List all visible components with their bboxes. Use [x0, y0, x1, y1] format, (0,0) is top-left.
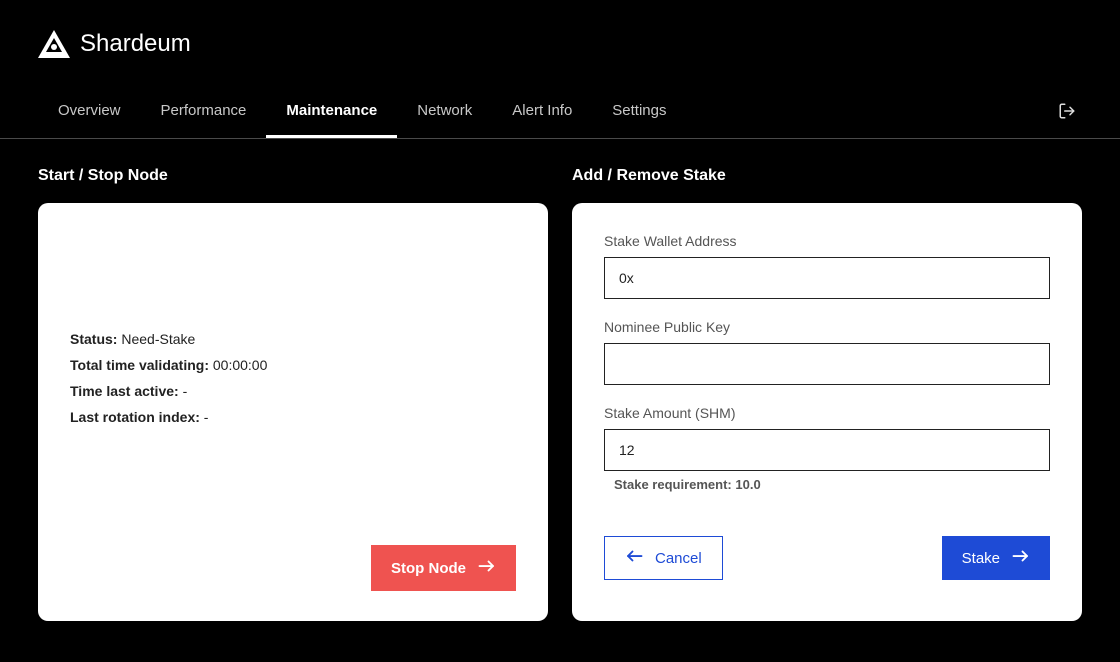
stake-button[interactable]: Stake [942, 536, 1050, 580]
stake-section-title: Add / Remove Stake [572, 167, 1082, 185]
tab-performance[interactable]: Performance [141, 88, 267, 138]
stake-column: Add / Remove Stake Stake Wallet Address … [572, 167, 1082, 621]
wallet-label: Stake Wallet Address [604, 233, 1050, 249]
status-value: Need-Stake [121, 331, 195, 347]
stop-node-label: Stop Node [391, 560, 466, 577]
tab-network[interactable]: Network [397, 88, 492, 138]
amount-input[interactable] [604, 429, 1050, 471]
rotation-label: Last rotation index: [70, 409, 200, 425]
wallet-input[interactable] [604, 257, 1050, 299]
wallet-group: Stake Wallet Address [604, 233, 1050, 299]
tab-settings[interactable]: Settings [592, 88, 686, 138]
nominee-group: Nominee Public Key [604, 319, 1050, 385]
requirement-label: Stake requirement: [614, 477, 732, 492]
stop-node-button[interactable]: Stop Node [371, 545, 516, 591]
status-label: Status: [70, 331, 117, 347]
node-card: Status: Need-Stake Total time validating… [38, 203, 548, 621]
nominee-input[interactable] [604, 343, 1050, 385]
rotation-value: - [204, 409, 209, 425]
tab-maintenance[interactable]: Maintenance [266, 88, 397, 138]
header: Shardeum [0, 0, 1120, 68]
main-content: Start / Stop Node Status: Need-Stake Tot… [0, 139, 1120, 621]
topbar: Overview Performance Maintenance Network… [0, 88, 1120, 139]
rotation-row: Last rotation index: - [70, 409, 516, 425]
amount-group: Stake Amount (SHM) Stake requirement: 10… [604, 405, 1050, 492]
arrow-right-icon [478, 559, 496, 577]
stake-card: Stake Wallet Address Nominee Public Key … [572, 203, 1082, 621]
shardeum-logo-icon [38, 30, 70, 58]
stake-label: Stake [962, 550, 1000, 567]
last-active-label: Time last active: [70, 383, 179, 399]
logout-icon[interactable] [1052, 96, 1082, 131]
form-actions: Cancel Stake [604, 536, 1050, 580]
node-section-title: Start / Stop Node [38, 167, 548, 185]
node-column: Start / Stop Node Status: Need-Stake Tot… [38, 167, 548, 621]
cancel-button[interactable]: Cancel [604, 536, 723, 580]
tab-overview[interactable]: Overview [38, 88, 141, 138]
requirement-hint: Stake requirement: 10.0 [604, 477, 1050, 492]
arrow-right-icon [1012, 549, 1030, 567]
amount-label: Stake Amount (SHM) [604, 405, 1050, 421]
last-active-value: - [183, 383, 188, 399]
node-stats: Status: Need-Stake Total time validating… [70, 331, 516, 425]
brand-logo: Shardeum [38, 30, 191, 58]
tab-alert-info[interactable]: Alert Info [492, 88, 592, 138]
last-active-row: Time last active: - [70, 383, 516, 399]
arrow-left-icon [625, 549, 643, 567]
requirement-value: 10.0 [735, 477, 760, 492]
nominee-label: Nominee Public Key [604, 319, 1050, 335]
total-time-row: Total time validating: 00:00:00 [70, 357, 516, 373]
total-time-label: Total time validating: [70, 357, 209, 373]
brand-name: Shardeum [80, 30, 191, 58]
tabs: Overview Performance Maintenance Network… [38, 88, 687, 138]
status-row: Status: Need-Stake [70, 331, 516, 347]
total-time-value: 00:00:00 [213, 357, 268, 373]
cancel-label: Cancel [655, 550, 702, 567]
